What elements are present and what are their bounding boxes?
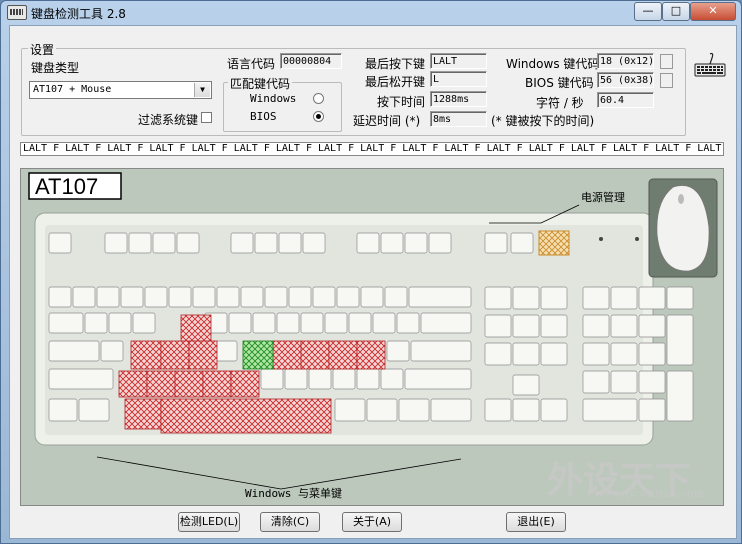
watermark-url: www.pcwaishe.com <box>595 487 705 500</box>
delay-time-label: 延迟时间 (*) <box>353 114 421 128</box>
title-bar[interactable]: 键盘检测工具 2.8 — □ ✕ <box>1 1 741 23</box>
filter-system-keys-label: 过滤系统键 <box>138 113 199 127</box>
keyboard-type-label: 键盘类型 <box>31 61 80 75</box>
window-title: 键盘检测工具 2.8 <box>31 7 126 21</box>
windows-menu-keys-label: Windows 与菜单键 <box>245 486 342 500</box>
keyboard-icon <box>694 52 726 77</box>
match-windows-label: Windows <box>250 92 297 105</box>
rate-field: 60.4 <box>597 92 654 108</box>
rate-label: 字符 / 秒 <box>536 96 584 110</box>
keyboard-type-value: AT107 + Mouse <box>33 84 112 95</box>
filter-system-keys-checkbox[interactable] <box>201 112 212 123</box>
press-time-field: 1288ms <box>430 91 487 107</box>
keyboard-type-select[interactable]: AT107 + Mouse ▼ <box>29 81 212 99</box>
last-released-field: L <box>430 71 487 87</box>
match-code-group: 匹配键代码 <box>223 75 342 132</box>
keyboard-picture: AT107 电源管理 Windows 与菜单键 外设天下 www.pcwaish… <box>20 168 724 506</box>
keyboard-app-icon <box>7 5 27 20</box>
delay-time-field: 8ms <box>430 111 487 127</box>
press-time-label: 按下时间 <box>377 95 426 109</box>
minimize-button[interactable]: — <box>634 2 662 21</box>
bios-code-field: 56 (0x38) <box>597 72 654 88</box>
about-button[interactable]: 关于(A) <box>342 512 402 532</box>
delay-note: (* 键被按下的时间) <box>491 114 595 128</box>
maximize-button[interactable]: □ <box>662 2 690 21</box>
bios-code-label: BIOS 键代码 <box>525 76 594 90</box>
model-label: AT107 <box>35 174 98 199</box>
exit-button[interactable]: 退出(E) <box>506 512 566 532</box>
last-released-label: 最后松开键 <box>365 75 426 89</box>
current-key-highlight <box>242 340 274 370</box>
key-log[interactable]: LALT F LALT F LALT F LALT F LALT F LALT … <box>20 142 724 156</box>
windows-code-indicator <box>660 54 673 69</box>
match-windows-radio[interactable] <box>313 93 324 104</box>
last-pressed-label: 最后按下键 <box>365 57 426 71</box>
match-bios-label: BIOS <box>250 110 277 123</box>
language-code-field: 00000804 <box>280 53 342 69</box>
windows-code-label: Windows 键代码 <box>506 57 600 71</box>
match-bios-radio[interactable] <box>313 111 324 122</box>
chevron-down-icon[interactable]: ▼ <box>194 83 210 97</box>
detect-led-button[interactable]: 检测LED(L) <box>178 512 240 532</box>
clear-button[interactable]: 清除(C) <box>260 512 320 532</box>
bios-code-indicator <box>660 73 673 88</box>
settings-group-label: 设置 <box>28 41 57 58</box>
last-pressed-field: LALT <box>430 53 487 69</box>
power-key-highlight <box>538 230 570 256</box>
language-code-label: 语言代码 <box>227 57 276 71</box>
windows-code-field: 18 (0x12) <box>597 53 654 69</box>
app-window: 键盘检测工具 2.8 — □ ✕ 设置 键盘类型 AT107 + Mouse ▼… <box>0 0 742 544</box>
match-code-group-label: 匹配键代码 <box>228 75 293 92</box>
main-panel: 设置 键盘类型 AT107 + Mouse ▼ 过滤系统键 语言代码 00000… <box>9 25 737 539</box>
close-button[interactable]: ✕ <box>690 2 736 21</box>
power-management-label: 电源管理 <box>581 190 625 204</box>
